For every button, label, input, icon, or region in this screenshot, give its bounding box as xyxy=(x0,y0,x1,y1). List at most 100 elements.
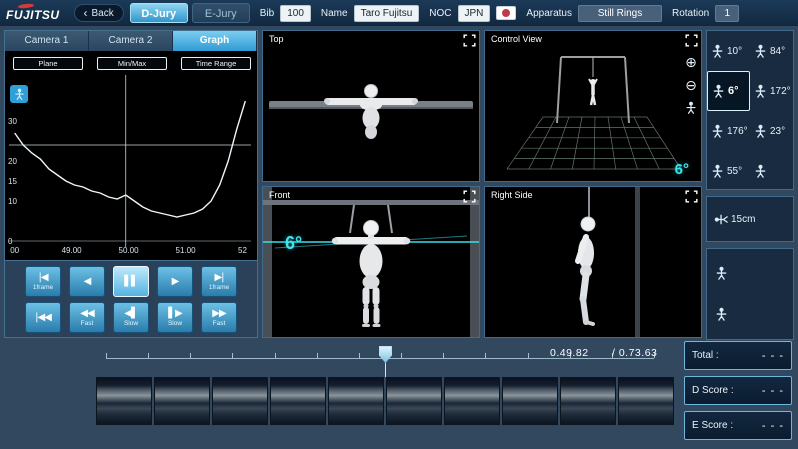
total-time: / 0.73.63 xyxy=(612,347,658,359)
filmstrip-thumbnail[interactable] xyxy=(502,377,558,425)
top-view-canvas[interactable] xyxy=(263,31,479,181)
viewport-front: Front 6° xyxy=(262,186,480,338)
measurement-cell[interactable]: 176° xyxy=(707,111,750,151)
apparatus-label: Apparatus xyxy=(526,7,572,19)
front-view-canvas[interactable] xyxy=(263,187,479,337)
svg-text:50.00: 50.00 xyxy=(119,246,140,255)
viewport-title: Top xyxy=(269,34,284,44)
fast-forward-button[interactable]: ▶▶ Fast xyxy=(201,302,237,333)
fullscreen-icon[interactable] xyxy=(463,190,476,203)
step-back-button[interactable]: |◀ 1frame xyxy=(25,266,61,297)
timeline-scrubber-handle[interactable] xyxy=(378,346,392,363)
measurement-cell[interactable]: 23° xyxy=(750,111,793,151)
measurement-cell[interactable] xyxy=(711,305,789,324)
filmstrip-thumbnail[interactable] xyxy=(618,377,674,425)
fast-rewind-button[interactable]: ◀◀ Fast xyxy=(69,302,105,333)
fujitsu-logo-text: FUJITSU xyxy=(6,7,60,22)
total-score-box: Total : - - - xyxy=(684,341,792,370)
current-time: 0.49.82 xyxy=(550,347,589,359)
viewport-right-side: Right Side xyxy=(484,186,702,338)
measurement-cell[interactable]: 15cm xyxy=(711,210,756,229)
step-forward-icon: ▶| xyxy=(214,272,224,283)
plane-button[interactable]: Plane xyxy=(13,57,83,70)
jury-tabs: D-Jury E-Jury xyxy=(129,3,250,23)
svg-text:49.00: 49.00 xyxy=(62,246,83,255)
viewport-title: Control View xyxy=(491,34,542,44)
measurement-cell[interactable] xyxy=(750,151,793,191)
pose-icon xyxy=(755,84,766,98)
angle-graph[interactable]: 30 20 15 10 000 49.00 50.00 51.00 52 xyxy=(5,51,255,259)
playback-row-2: |◀◀ ◀◀ Fast ◀▌ Slow ▌▶ Slow ▶▶ Fast xyxy=(5,302,257,333)
apparatus-value[interactable]: Still Rings xyxy=(578,4,662,22)
measurement-value: 23° xyxy=(770,125,786,137)
tab-camera-1[interactable]: Camera 1 xyxy=(5,31,89,51)
slow-reverse-button[interactable]: ◀▌ Slow xyxy=(113,302,149,333)
filmstrip-thumbnail[interactable] xyxy=(328,377,384,425)
slow-reverse-icon: ◀▌ xyxy=(124,308,138,319)
filmstrip-thumbnail[interactable] xyxy=(212,377,268,425)
tab-graph[interactable]: Graph xyxy=(173,31,257,51)
fullscreen-icon[interactable] xyxy=(463,34,476,47)
filmstrip-thumbnail[interactable] xyxy=(96,377,152,425)
reset-view-button[interactable] xyxy=(684,101,698,115)
fullscreen-icon[interactable] xyxy=(685,34,698,47)
back-label: Back xyxy=(91,7,114,19)
viewport-control: Control View ⊕ ⊖ 6° xyxy=(484,30,702,182)
measurement-cell[interactable]: 10° xyxy=(707,31,750,71)
fast-rewind-icon: ◀◀ xyxy=(80,308,94,319)
e-score-box: E Score : - - - xyxy=(684,411,792,440)
button-label: Fast xyxy=(80,320,94,327)
measurement-cell[interactable]: 84° xyxy=(750,31,793,71)
min-max-button[interactable]: Min/Max xyxy=(97,57,167,70)
right-side-view-canvas[interactable] xyxy=(485,187,701,337)
analysis-panel: Camera 1 Camera 2 Graph Plane Min/Max Ti… xyxy=(4,30,258,338)
time-range-button[interactable]: Time Range xyxy=(181,57,251,70)
timeline-tick xyxy=(106,353,107,358)
zoom-out-button[interactable]: ⊖ xyxy=(685,78,697,92)
zoom-out-icon: ⊖ xyxy=(685,77,697,93)
filmstrip-thumbnail[interactable] xyxy=(270,377,326,425)
measurement-cell[interactable] xyxy=(711,264,789,283)
angle-graph-area[interactable]: Plane Min/Max Time Range 30 20 15 10 0 00 49.0… xyxy=(5,51,257,261)
bib-label: Bib xyxy=(259,7,275,19)
bib-value: 100 xyxy=(280,4,311,22)
jump-start-button[interactable]: |◀◀ xyxy=(25,302,61,333)
pose-icon xyxy=(14,88,24,100)
fullscreen-icon[interactable] xyxy=(685,190,698,203)
measurement-grid: 10° 84° 6° 172° 176° 23° 55° xyxy=(706,30,794,190)
tab-d-jury[interactable]: D-Jury xyxy=(129,3,188,23)
filmstrip xyxy=(96,377,680,425)
step-forward-button[interactable]: ▶| 1frame xyxy=(201,266,237,297)
back-button[interactable]: ‹ Back xyxy=(73,4,124,22)
mannequin-front-view xyxy=(331,220,411,327)
measurement-cell[interactable]: 6° xyxy=(707,71,750,111)
play-forward-button[interactable]: ▶ xyxy=(157,266,193,297)
control-view-canvas[interactable] xyxy=(485,31,701,181)
measurement-value: 172° xyxy=(770,85,791,97)
timeline-tick xyxy=(232,353,234,358)
tab-camera-2[interactable]: Camera 2 xyxy=(89,31,173,51)
score-value: - - - xyxy=(761,349,784,362)
pose-icon xyxy=(716,307,727,321)
pause-button[interactable]: ▌▌ xyxy=(113,266,149,297)
measurement-cell[interactable]: 172° xyxy=(750,71,793,111)
pose-icon xyxy=(755,164,766,178)
tab-e-jury[interactable]: E-Jury xyxy=(191,3,250,23)
pose-icon xyxy=(712,44,723,58)
slow-forward-button[interactable]: ▌▶ Slow xyxy=(157,302,193,333)
filmstrip-thumbnail[interactable] xyxy=(154,377,210,425)
zoom-in-button[interactable]: ⊕ xyxy=(685,55,697,69)
filmstrip-thumbnail[interactable] xyxy=(444,377,500,425)
name-label: Name xyxy=(320,7,348,19)
noc-label: NOC xyxy=(429,7,452,19)
rotation-value[interactable]: 1 xyxy=(715,4,740,22)
filmstrip-thumbnail[interactable] xyxy=(560,377,616,425)
pose-select-button[interactable] xyxy=(10,85,28,103)
filmstrip-thumbnail[interactable] xyxy=(386,377,442,425)
score-label: Total : xyxy=(692,350,719,361)
pose-icon xyxy=(716,266,727,280)
camera-graph-tabs: Camera 1 Camera 2 Graph xyxy=(5,31,257,51)
score-value: - - - xyxy=(761,419,784,432)
measurement-cell[interactable]: 55° xyxy=(707,151,750,191)
play-reverse-button[interactable]: ◀ xyxy=(69,266,105,297)
